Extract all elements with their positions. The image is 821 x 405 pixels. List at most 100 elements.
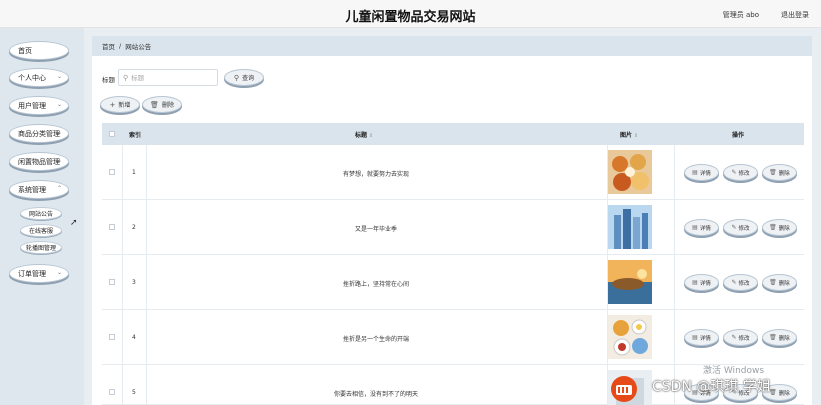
plus-icon: + — [109, 100, 116, 109]
row-index: 5 — [132, 389, 136, 396]
chevron-down-icon: ⌄ — [57, 157, 63, 164]
sidebar: 首页 个人中心 ⌄ 用户管理 ⌄ 商品分类管理 ⌄ 闲置物品管理 ⌄ 系统管理 ⌃ 网站公… — [0, 28, 84, 405]
detail-button[interactable]: ▤ 详情 — [684, 274, 719, 291]
search-button[interactable]: ⚲ 查询 — [224, 69, 264, 86]
edit-button-label: 修改 — [738, 280, 750, 287]
row-index: 2 — [132, 224, 136, 231]
row-title: 你要去相信，没有到不了的明天 — [333, 391, 418, 398]
document-icon: ▤ — [692, 224, 698, 231]
row-title: 又是一年毕业季 — [354, 226, 397, 233]
row-checkbox[interactable] — [109, 334, 115, 340]
sidebar-item-label: 系统管理 — [18, 185, 46, 194]
table-row: 2 又是一年毕业季 ▤ 详情 ✎ 修改 🗑 删除 — [102, 200, 804, 255]
csdn-mascot-icon — [609, 374, 639, 404]
chevron-down-icon: ⌄ — [57, 129, 63, 136]
trash-icon: 🗑 — [769, 334, 777, 341]
pencil-icon: ✎ — [731, 169, 737, 176]
windows-activation-watermark: 激活 Windows — [703, 366, 765, 376]
row-index: 1 — [132, 169, 136, 176]
detail-button[interactable]: ▤ 详情 — [684, 329, 719, 346]
divider — [122, 365, 123, 404]
delete-button-label: 删除 — [778, 280, 790, 287]
sidebar-item-home[interactable]: 首页 — [9, 41, 69, 60]
food-bowls-image — [608, 150, 652, 194]
search-field[interactable]: ⚲ — [118, 69, 218, 86]
row-index: 4 — [132, 334, 136, 341]
delete-row-button[interactable]: 🗑 删除 — [762, 164, 797, 181]
chevron-down-icon: ⌄ — [57, 101, 63, 108]
row-checkbox[interactable] — [109, 169, 115, 175]
divider — [122, 200, 123, 254]
header-actions: 操作 — [732, 132, 745, 139]
detail-button-label: 详情 — [699, 225, 711, 232]
header-image-label: 图片 — [620, 132, 633, 139]
add-button-label: 新增 — [118, 102, 131, 109]
row-index: 3 — [132, 279, 136, 286]
edit-button[interactable]: ✎ 修改 — [723, 329, 758, 346]
sort-icon: ⇕ — [369, 133, 374, 139]
add-button[interactable]: + 新增 — [100, 96, 140, 113]
pencil-icon: ✎ — [731, 224, 737, 231]
breadcrumb-separator: / — [119, 42, 122, 50]
sidebar-item-label: 商品分类管理 — [18, 129, 60, 138]
header-image[interactable]: 图片 ⇕ — [620, 130, 638, 139]
chevron-down-icon: ⌄ — [57, 269, 63, 276]
search-icon: ⚲ — [233, 73, 240, 82]
sidebar-subitem-carousel[interactable]: 轮播图管理 — [20, 241, 62, 254]
delete-row-button[interactable]: 🗑 删除 — [762, 219, 797, 236]
table-row: 4 挫折是另一个生命的开端 ▤ 详情 ✎ 修改 🗑 删除 — [102, 310, 804, 365]
header-title[interactable]: 标题 ⇕ — [355, 130, 373, 139]
row-title: 挫折路上，坚持常在心间 — [342, 281, 409, 288]
header-index: 索引 — [129, 132, 142, 139]
document-icon: ▤ — [692, 169, 698, 176]
divider — [674, 145, 675, 199]
trash-icon: 🗑 — [769, 279, 777, 286]
select-all-checkbox[interactable] — [109, 131, 115, 137]
sunset-beach-image — [608, 260, 652, 304]
table-row: 3 挫折路上，坚持常在心间 ▤ 详情 ✎ 修改 🗑 删除 — [102, 255, 804, 310]
table-row: 1 有梦想，就要努力去实现 ▤ 详情 ✎ 修改 🗑 删除 — [102, 145, 804, 200]
trash-icon: 🗑 — [769, 169, 777, 176]
delete-row-button[interactable]: 🗑 删除 — [762, 329, 797, 346]
row-checkbox[interactable] — [109, 279, 115, 285]
delete-row-button[interactable]: 🗑 删除 — [762, 274, 797, 291]
delete-button[interactable]: 🗑 删除 — [142, 96, 182, 113]
sidebar-item-users[interactable]: 用户管理 ⌄ — [9, 96, 69, 115]
trash-icon: 🗑 — [769, 224, 777, 231]
edit-button-label: 修改 — [738, 170, 750, 177]
row-title: 挫折是另一个生命的开端 — [342, 336, 409, 343]
document-icon: ▤ — [692, 279, 698, 286]
sidebar-item-categories[interactable]: 商品分类管理 ⌄ — [9, 124, 69, 143]
logout-link[interactable]: 退出登录 — [781, 10, 809, 20]
row-checkbox[interactable] — [109, 389, 115, 395]
edit-button[interactable]: ✎ 修改 — [723, 219, 758, 236]
row-title: 有梦想，就要努力去实现 — [342, 171, 409, 178]
divider — [122, 145, 123, 199]
detail-button[interactable]: ▤ 详情 — [684, 219, 719, 236]
header-title-label: 标题 — [355, 132, 368, 139]
sidebar-item-orders[interactable]: 订单管理 ⌄ — [9, 264, 69, 283]
mouse-cursor-icon: ➚ — [70, 218, 78, 228]
sidebar-subitem-customer-service[interactable]: 在线客服 — [20, 224, 62, 237]
divider — [122, 255, 123, 309]
row-checkbox[interactable] — [109, 224, 115, 230]
sidebar-subitem-announcements[interactable]: 网站公告 — [20, 207, 62, 220]
search-input[interactable] — [131, 73, 212, 82]
sidebar-item-profile[interactable]: 个人中心 ⌄ — [9, 68, 69, 87]
sidebar-item-idle-items[interactable]: 闲置物品管理 ⌄ — [9, 152, 69, 171]
delete-button-label: 删除 — [161, 102, 174, 109]
sidebar-item-label: 首页 — [18, 46, 32, 55]
sidebar-subitem-label: 轮播图管理 — [25, 245, 56, 252]
edit-button-label: 修改 — [738, 225, 750, 232]
sidebar-item-label: 用户管理 — [18, 101, 46, 110]
edit-button[interactable]: ✎ 修改 — [723, 164, 758, 181]
edit-button[interactable]: ✎ 修改 — [723, 274, 758, 291]
detail-button-label: 详情 — [699, 280, 711, 287]
sort-icon: ⇕ — [634, 133, 639, 139]
sidebar-item-label: 订单管理 — [18, 269, 46, 278]
breadcrumb-home[interactable]: 首页 — [102, 41, 115, 51]
sidebar-item-system[interactable]: 系统管理 ⌃ — [9, 180, 69, 199]
breadcrumb-current: 网站公告 — [125, 43, 152, 51]
detail-button[interactable]: ▤ 详情 — [684, 164, 719, 181]
chevron-down-icon: ⌄ — [57, 73, 63, 80]
